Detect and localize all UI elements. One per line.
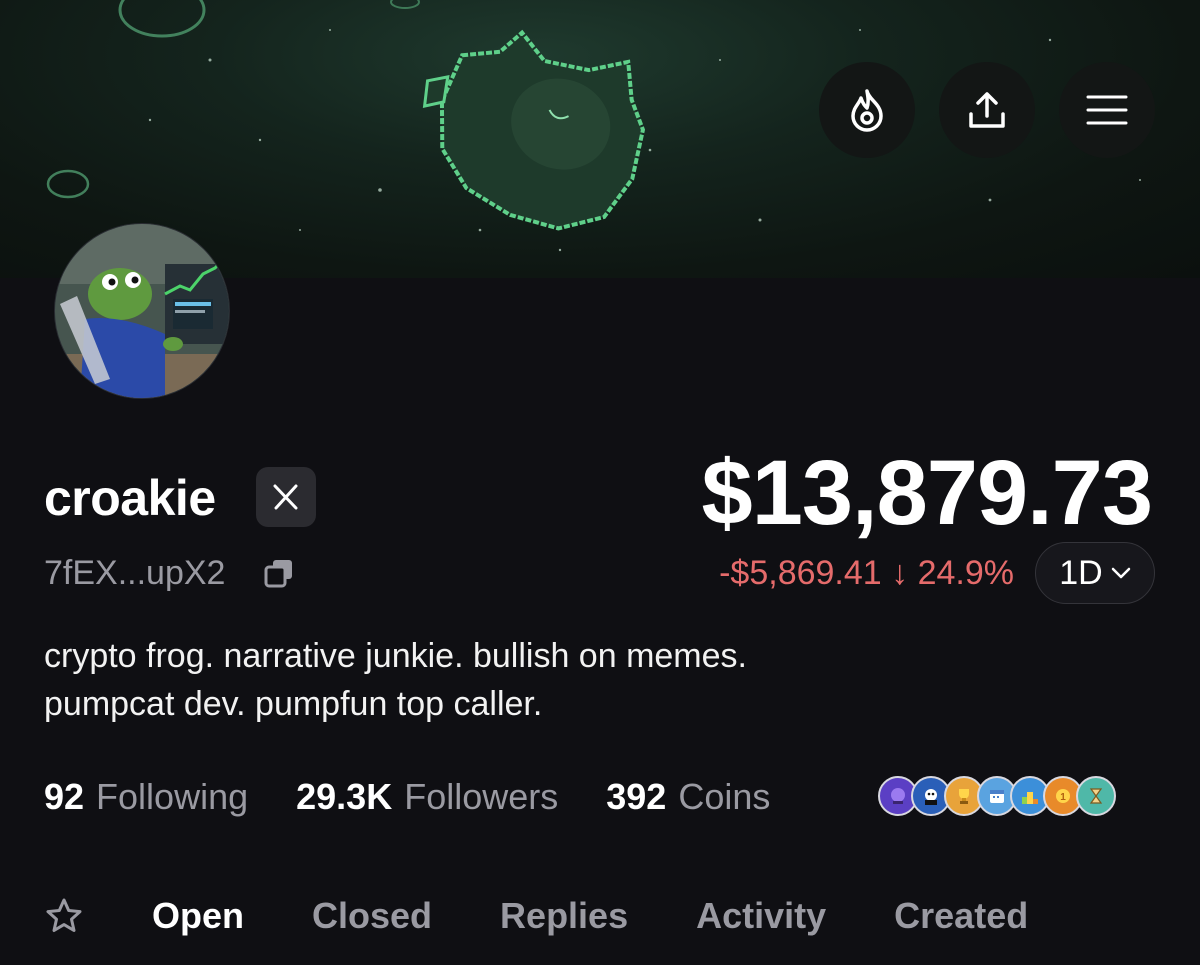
chevron-down-icon: [1111, 567, 1130, 579]
x-logo-icon: [273, 484, 298, 510]
wallet-address: 7fEX...upX2: [44, 554, 226, 592]
portfolio-change: -$5,869.41 ↓ 24.9%: [719, 554, 1014, 592]
coins-count: 392: [606, 776, 667, 817]
copy-address-button[interactable]: [262, 556, 296, 595]
portfolio-balance: $13,879.73: [701, 442, 1153, 544]
following-stat[interactable]: 92 Following: [44, 776, 248, 818]
period-label: 1D: [1059, 553, 1103, 592]
flame-icon: [851, 89, 883, 132]
tab-activity[interactable]: Activity: [696, 895, 826, 937]
coins-label: Coins: [678, 776, 771, 817]
menu-button[interactable]: [1059, 62, 1155, 158]
period-selector[interactable]: 1D: [1035, 542, 1155, 604]
tab-replies[interactable]: Replies: [500, 895, 628, 937]
frog-trader-avatar-image: [55, 224, 229, 398]
x-profile-link[interactable]: [256, 467, 316, 527]
share-button[interactable]: [939, 62, 1035, 158]
tab-created[interactable]: Created: [894, 895, 1028, 937]
tab-closed[interactable]: Closed: [312, 895, 432, 937]
svg-text:1: 1: [1060, 792, 1066, 803]
achievement-badges[interactable]: 1: [878, 776, 1116, 816]
following-label: Following: [96, 776, 249, 817]
tab-open[interactable]: Open: [152, 895, 244, 937]
coins-stat[interactable]: 392 Coins: [606, 776, 770, 818]
hamburger-menu-icon: [1086, 95, 1128, 125]
followers-label: Followers: [404, 776, 559, 817]
copy-icon: [264, 560, 292, 588]
username: croakie: [44, 470, 216, 526]
trending-button[interactable]: [819, 62, 915, 158]
following-count: 92: [44, 776, 85, 817]
bio-line: crypto frog. narrative junkie. bullish o…: [44, 637, 747, 675]
bio-line: pumpcat dev. pumpfun top caller.: [44, 685, 543, 723]
tab-favorites[interactable]: [44, 897, 84, 935]
profile-bio: crypto frog. narrative junkie. bullish o…: [44, 632, 747, 728]
avatar[interactable]: [54, 223, 230, 399]
followers-count: 29.3K: [296, 776, 393, 817]
profile-tabs: Open Closed Replies Activity Created: [44, 888, 1096, 944]
share-icon: [969, 92, 1005, 128]
profile-stats: 92 Following 29.3K Followers 392 Coins: [44, 772, 818, 822]
followers-stat[interactable]: 29.3K Followers: [296, 776, 558, 818]
star-icon: [46, 898, 82, 932]
hourglass-icon: [1076, 776, 1116, 816]
